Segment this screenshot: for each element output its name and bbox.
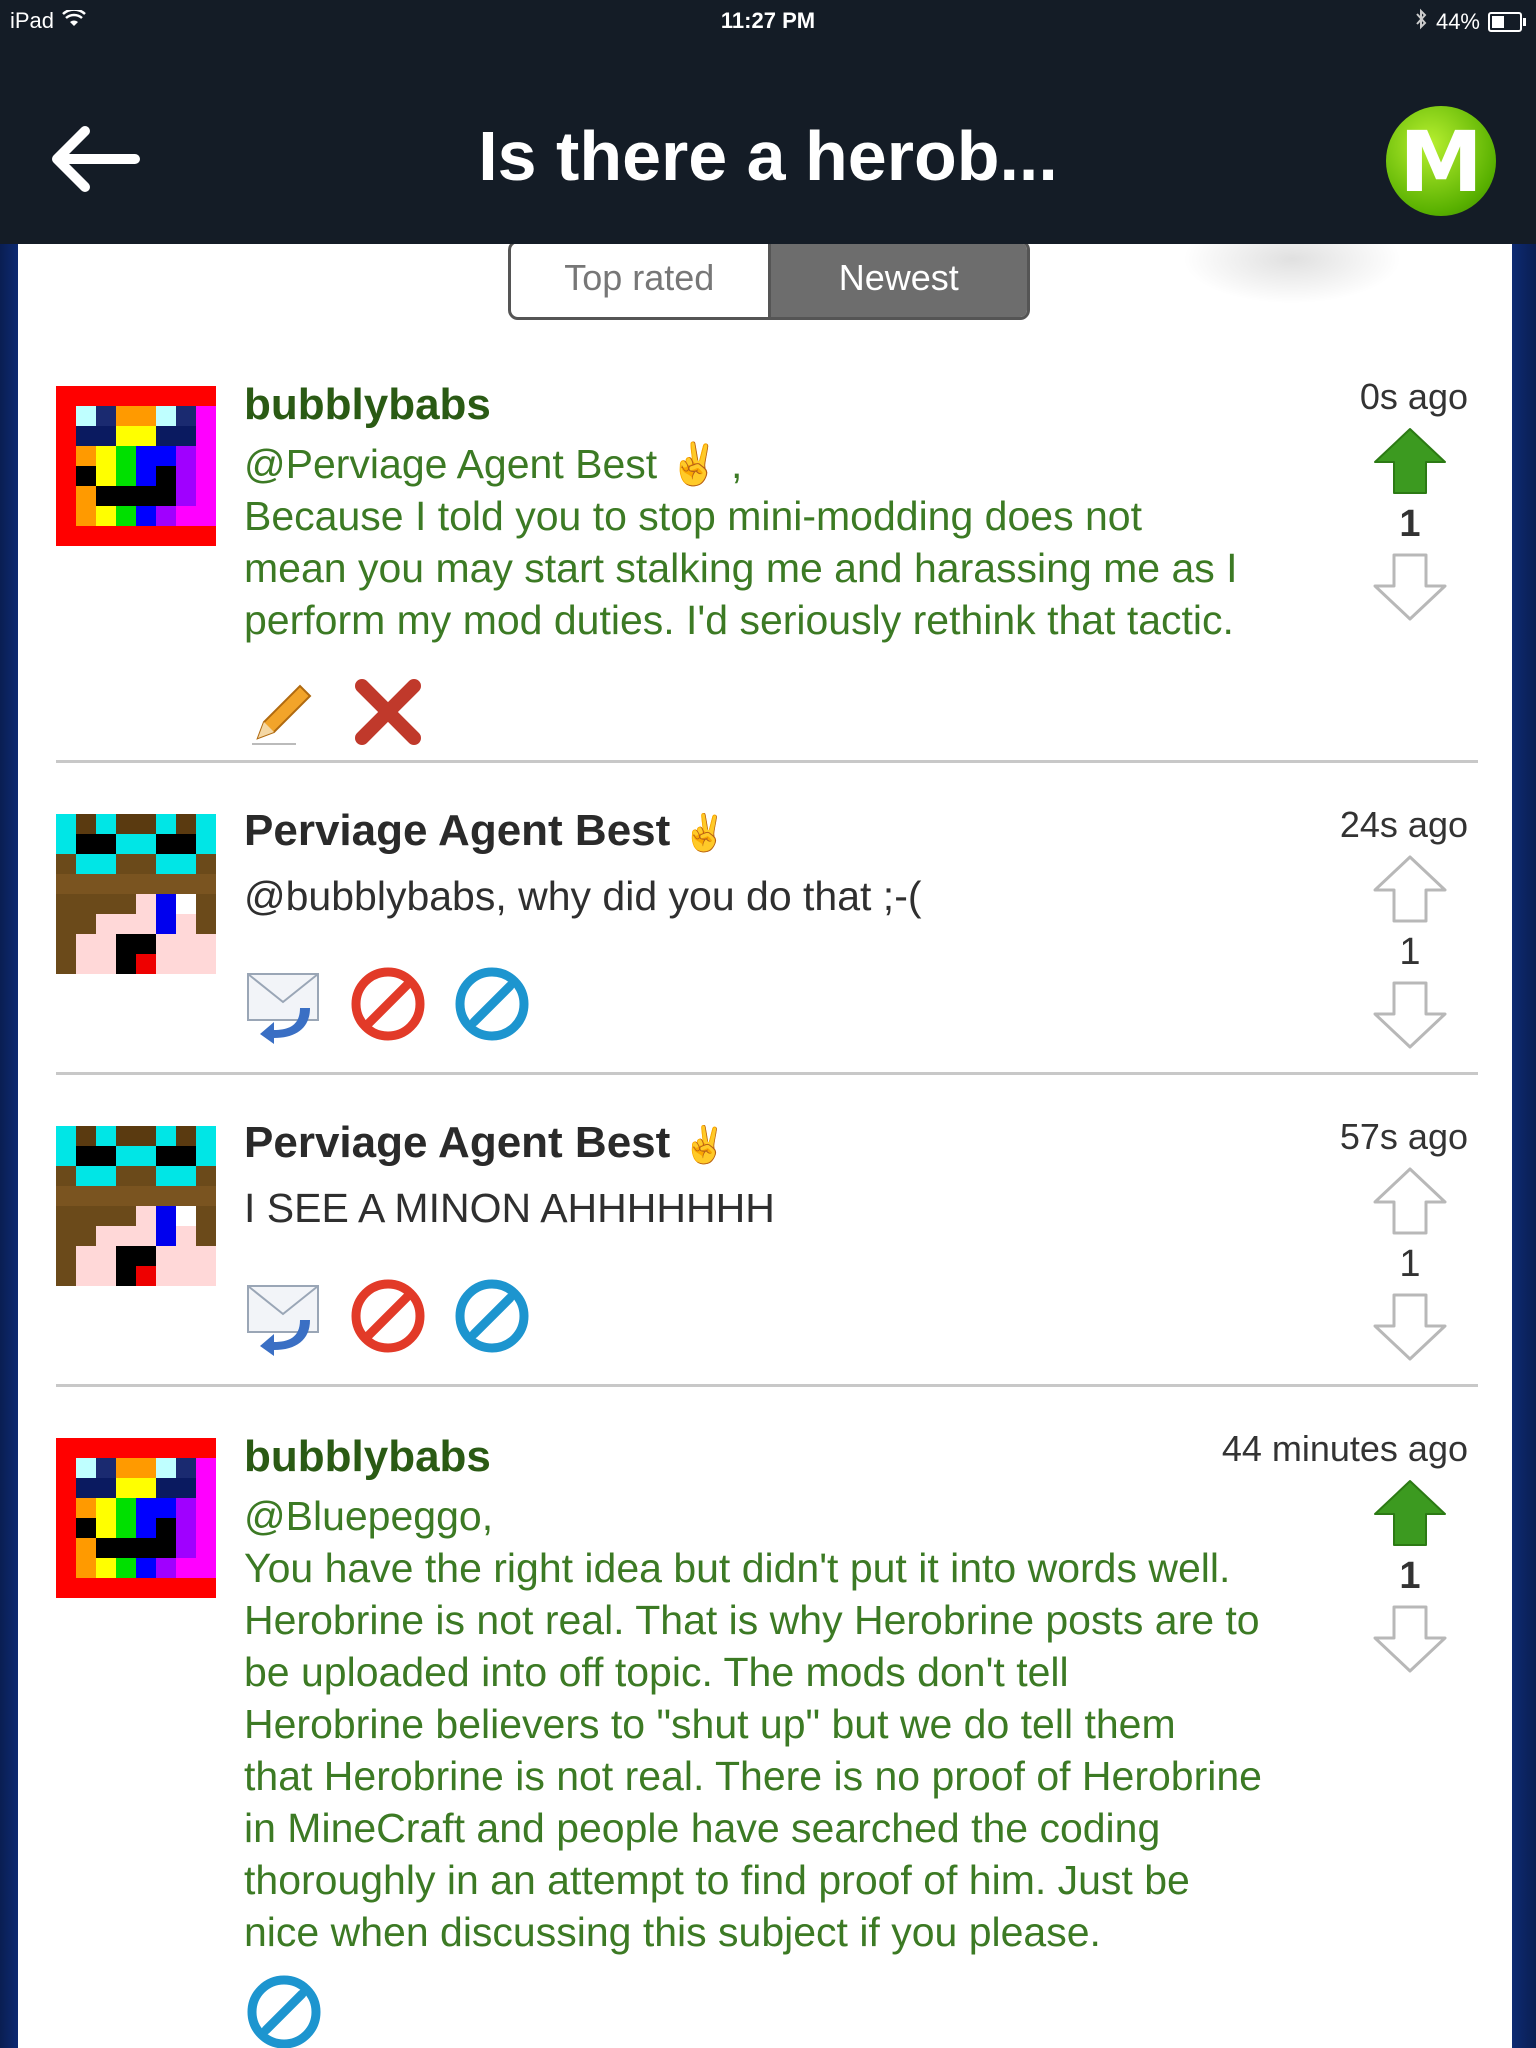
comment-username[interactable]: Perviage Agent Best ✌ [244,806,727,856]
decorative-shadow [1182,244,1402,304]
pixel-face-avatar[interactable] [56,1126,216,1286]
comment-time: 44 minutes ago [1221,1428,1468,1469]
comment-actions [244,964,532,1044]
comment-line: @bubblybabs, why did you do that ;-( [244,873,922,919]
comment-line: Herobrine believers to "shut up" but we … [244,1701,1176,1747]
rainbow-pixel-avatar[interactable] [56,1438,216,1598]
comment-item: Perviage Agent Best ✌ I SEE A MINON AHHHH… [56,1116,1478,1376]
comment-line: be uploaded into off topic. The mods don… [244,1649,1069,1695]
divider [56,1384,1478,1387]
comment-line: nice when discussing this subject if you… [244,1909,1101,1955]
comment-actions [244,1972,324,2048]
comment-item: bubblybabs @Perviage Agent Best ✌ , Beca… [56,376,1478,766]
comment-time: 0s ago [1359,376,1468,417]
battery-percent: 44% [1435,9,1480,34]
divider [56,1072,1478,1075]
comment-username[interactable]: Perviage Agent Best ✌ [244,1118,727,1168]
pixel-face-avatar[interactable] [56,814,216,974]
peace-hand-icon: ✌ [682,812,728,853]
app-logo-button[interactable]: M [1386,106,1496,216]
upvote-arrow-icon[interactable] [1372,1166,1448,1236]
comment-line: @Bluepeggo, [244,1493,494,1539]
comment-body: I SEE A MINON AHHHHHHH [244,1182,1304,1234]
comment-line: You have the right idea but didn't put i… [244,1545,1231,1591]
username-text: Perviage Agent Best [244,806,671,855]
comment-item: bubblybabs @Bluepeggo, You have the righ… [56,1428,1478,2048]
downvote-arrow-icon[interactable] [1372,1604,1448,1674]
x-delete-icon[interactable] [348,672,428,752]
nav-bar: Is there a herob... M [0,44,1536,244]
vote-count: 1 [1399,503,1421,545]
downvote-arrow-icon[interactable] [1372,1292,1448,1362]
rainbow-pixel-avatar[interactable] [56,386,216,546]
status-right: 44% [1414,8,1526,36]
comment-username[interactable]: bubblybabs [244,380,491,430]
vote-control: 1 [1370,1166,1450,1362]
username-text: Perviage Agent Best [244,1118,671,1167]
comment-line: Because I told you to stop mini-modding … [244,493,1142,539]
block-blue-icon[interactable] [452,1276,532,1356]
comment-line: I SEE A MINON AHHHHHHH [244,1185,775,1231]
upvote-arrow-icon[interactable] [1372,426,1448,496]
upvote-arrow-icon[interactable] [1372,854,1448,924]
comment-body: @Perviage Agent Best ✌ , Because I told … [244,438,1304,646]
comment-actions [244,672,428,752]
peace-hand-icon: ✌ [682,1124,728,1165]
status-time: 11:27 PM [720,8,816,33]
block-blue-icon[interactable] [452,964,532,1044]
bluetooth-icon [1414,8,1428,36]
comment-body: @Bluepeggo, You have the right idea but … [244,1490,1304,1958]
comment-body: @bubblybabs, why did you do that ;-( [244,870,1304,922]
upvote-arrow-icon[interactable] [1372,1478,1448,1548]
tab-top-rated[interactable]: Top rated [511,244,768,317]
comment-line: @Perviage Agent Best ✌ , [244,441,743,487]
comment-line: thoroughly in an attempt to find proof o… [244,1857,1190,1903]
comment-line: perform my mod duties. I'd seriously ret… [244,597,1234,643]
comment-line: that Herobrine is not real. There is no … [244,1753,1262,1799]
comment-item: Perviage Agent Best ✌ @bubblybabs, why di… [56,804,1478,1064]
comments-panel: Top rated Newest bubblybabs @Perviage Ag… [22,244,1510,2048]
vote-count: 1 [1399,931,1421,973]
status-bar: iPad 11:27 PM 44% [0,0,1536,44]
comment-actions [244,1276,532,1356]
comment-line: in MineCraft and people have searched th… [244,1805,1161,1851]
page-title: Is there a herob... [478,117,1058,195]
vote-control: 1 [1370,426,1450,622]
block-red-icon[interactable] [348,964,428,1044]
battery-icon [1488,12,1526,32]
vote-count: 1 [1399,1243,1421,1285]
pencil-icon[interactable] [244,672,324,752]
reply-mail-icon[interactable] [244,1276,324,1356]
arrow-left-icon [52,126,140,192]
comment-time: 24s ago [1339,804,1468,845]
block-blue-icon[interactable] [244,1972,324,2048]
vote-control: 1 [1370,854,1450,1050]
downvote-arrow-icon[interactable] [1372,980,1448,1050]
divider [56,760,1478,763]
comment-username[interactable]: bubblybabs [244,1432,491,1482]
block-red-icon[interactable] [348,1276,428,1356]
vote-count: 1 [1399,1555,1421,1597]
back-button[interactable] [45,119,145,199]
vote-control: 1 [1370,1478,1450,1674]
downvote-arrow-icon[interactable] [1372,552,1448,622]
comment-line: Herobrine is not real. That is why Herob… [244,1597,1260,1643]
comment-line: mean you may start stalking me and haras… [244,545,1238,591]
sort-segmented-control: Top rated Newest [508,244,1030,320]
comment-time: 57s ago [1339,1116,1468,1157]
reply-mail-icon[interactable] [244,964,324,1044]
tab-newest[interactable]: Newest [767,244,1027,317]
